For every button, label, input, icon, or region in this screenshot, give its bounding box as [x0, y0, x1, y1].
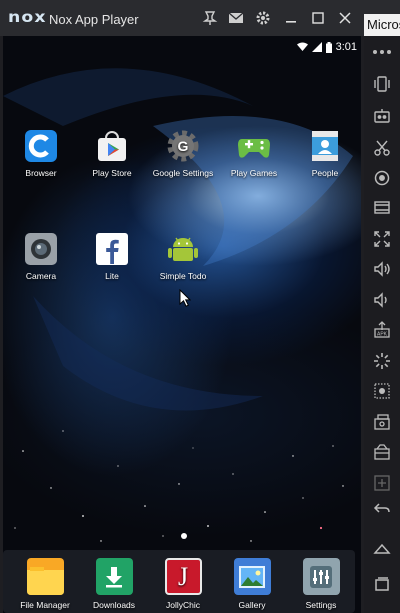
robot-icon[interactable] [370, 104, 394, 128]
app-lite[interactable]: Lite [75, 231, 149, 281]
maximize-icon[interactable] [306, 6, 330, 30]
dock-gallery[interactable]: Gallery [217, 550, 287, 610]
dock-file-manager[interactable]: File Manager [10, 550, 80, 610]
app-people[interactable]: People [288, 128, 361, 178]
dock-settings[interactable]: Settings [286, 550, 356, 610]
home-icon[interactable] [370, 536, 394, 560]
svg-text:G: G [178, 138, 189, 154]
app-google-settings[interactable]: G Google Settings [146, 128, 220, 178]
right-toolbar: APK [364, 36, 400, 613]
more-icon[interactable] [370, 40, 394, 64]
pin-icon[interactable] [198, 6, 222, 30]
clock: 3:01 [335, 41, 357, 53]
people-icon [307, 128, 343, 164]
app-camera[interactable]: Camera [4, 231, 78, 281]
minimize-icon[interactable] [279, 6, 303, 30]
nox-logo: nox [8, 8, 47, 26]
keymap-icon[interactable] [370, 471, 394, 495]
folder-icon [26, 558, 64, 595]
fullscreen-icon[interactable] [370, 227, 394, 251]
mail-icon[interactable] [224, 6, 248, 30]
multi-instance-icon[interactable] [370, 410, 394, 434]
camera-icon [23, 231, 59, 267]
jollychic-icon: J [164, 558, 202, 595]
download-icon [95, 558, 133, 595]
scissors-icon[interactable] [370, 136, 394, 160]
app-browser[interactable]: Browser [4, 128, 78, 178]
google-settings-icon: G [165, 128, 201, 164]
android-screen[interactable]: 3:01 Browser Play Store G Google Setting… [3, 36, 361, 613]
recent-apps-icon[interactable] [370, 572, 394, 596]
controller-icon[interactable] [370, 379, 394, 403]
android-icon [165, 231, 201, 267]
location-icon[interactable] [370, 166, 394, 190]
volume-down-icon[interactable] [370, 288, 394, 312]
svg-text:APK: APK [377, 332, 388, 338]
dock: File Manager Downloads J JollyChic Galle… [3, 550, 355, 613]
close-icon[interactable] [333, 6, 357, 30]
apk-install-icon[interactable]: APK [370, 318, 394, 342]
signal-icon [311, 42, 322, 52]
screen-icon[interactable] [370, 196, 394, 220]
battery-icon [325, 41, 332, 53]
dock-jollychic[interactable]: J JollyChic [148, 550, 218, 610]
status-bar: 3:01 [296, 39, 357, 55]
browser-icon [23, 128, 59, 164]
record-icon[interactable] [370, 440, 394, 464]
shake-icon[interactable] [370, 72, 394, 96]
settings-sliders-icon [302, 558, 340, 595]
settings-icon[interactable] [251, 6, 275, 30]
facebook-lite-icon [94, 231, 130, 267]
mouse-cursor-icon [179, 289, 191, 307]
loading-icon[interactable] [370, 349, 394, 373]
app-simple-todo[interactable]: Simple Todo [146, 231, 220, 281]
gallery-icon [233, 558, 271, 595]
page-indicator [181, 533, 187, 539]
background-window: Micros [364, 0, 400, 36]
background-window-tab[interactable]: Micros [364, 14, 400, 36]
app-play-games[interactable]: Play Games [217, 128, 291, 178]
play-store-icon [94, 128, 130, 164]
wallpaper-stars [3, 68, 353, 542]
dock-downloads[interactable]: Downloads [79, 550, 149, 610]
app-play-store[interactable]: Play Store [75, 128, 149, 178]
title-bar: nox Nox App Player [0, 0, 364, 36]
volume-up-icon[interactable] [370, 257, 394, 281]
back-icon[interactable] [370, 497, 394, 521]
window-title: Nox App Player [49, 12, 139, 27]
play-games-icon [236, 128, 272, 164]
wifi-icon [296, 42, 308, 51]
